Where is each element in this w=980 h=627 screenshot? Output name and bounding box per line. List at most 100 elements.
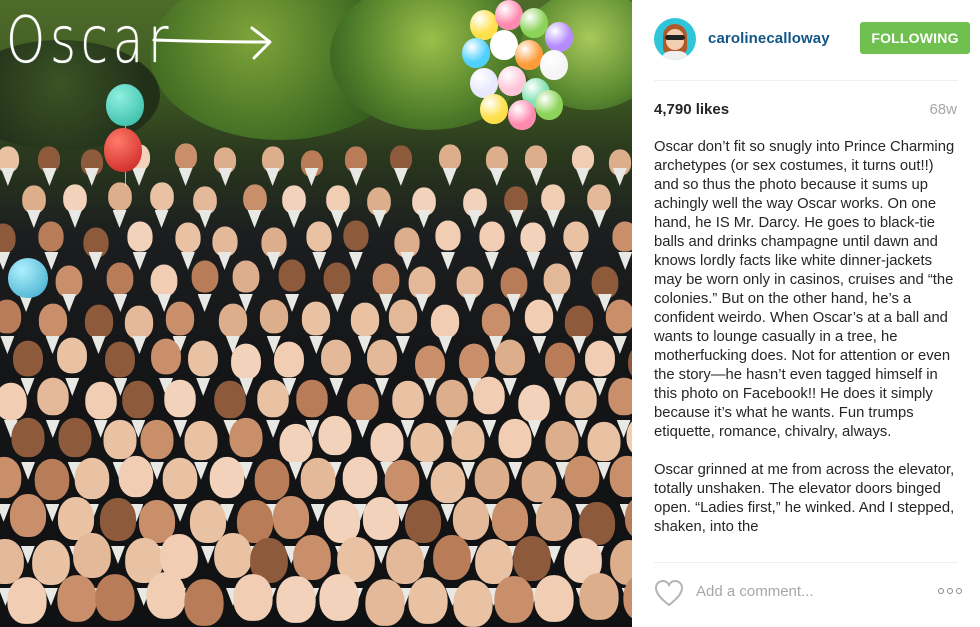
balloon [508,100,536,130]
shirt-collar [575,168,590,187]
guest-face [300,457,336,499]
shirt-collar [132,335,147,354]
guest-face [343,220,369,251]
shirt-collar [173,503,188,522]
shirt-collar [265,168,280,187]
guest-face [318,574,359,622]
shirt-collar [532,335,547,354]
shirt-collar [484,252,499,270]
guest-face [481,303,511,338]
shirt-collar [197,293,212,312]
shirt-collar [569,252,584,270]
arrow-icon [152,26,272,60]
guest-face [479,220,505,252]
shirt-collar [482,419,497,438]
comment-row: Add a comment... [654,577,962,607]
post-photo[interactable]: Oscar [0,0,632,627]
guest-face [350,302,379,337]
guest-face [364,578,405,626]
guest-face [74,457,110,499]
red-balloon [104,128,142,172]
post-age[interactable]: 68w [929,101,957,118]
guest-face [321,339,352,376]
shirt-collar [489,168,504,187]
guest-face [191,260,218,293]
guest-face [165,301,194,336]
shirt-collar [266,252,281,270]
likes-count[interactable]: 4,790 likes [654,101,729,118]
shirt-collar [526,252,541,270]
shirt-collar [0,168,15,187]
shirt-collar [355,419,370,438]
shirt-collar [286,210,301,229]
guest-face [174,142,197,170]
shirt-collar [84,168,99,187]
username-link[interactable]: carolinecalloway [708,30,830,47]
shirt-collar [508,461,523,480]
shirt-collar [442,168,457,187]
shirt-collar [21,461,36,480]
guest-face [0,456,21,499]
teal-balloon [8,258,48,298]
shirt-collar [217,252,232,270]
guest-face [57,337,88,374]
guest-face [438,144,461,171]
shirt-collar [572,335,587,354]
guest-face [563,221,589,252]
guest-face [209,457,245,499]
shirt-collar [509,210,524,229]
guest-face [211,226,238,257]
guest-face [184,420,218,461]
guest-face [122,381,155,419]
guest-face [257,379,289,418]
guest-face [12,340,43,377]
guest-face [433,535,472,581]
guest-face [214,380,247,419]
balloon [462,38,490,68]
guest-face [35,459,70,501]
guest-face [302,301,331,335]
guest-face [513,535,552,581]
heart-icon[interactable] [654,579,684,607]
shirt-collar [440,252,455,270]
guest-face [274,341,305,378]
guest-face [103,419,137,460]
guest-face [296,379,329,418]
shirt-collar [618,252,632,270]
comment-input[interactable]: Add a comment... [696,583,814,600]
guest-face [57,574,97,622]
guest-face [127,221,153,252]
shirt-collar [132,168,147,187]
guest-face [276,576,316,624]
shirt-collar [400,252,415,270]
guest-face [459,344,490,380]
caption-paragraph: Oscar grinned at me from across the elev… [654,462,955,535]
shirt-collar [330,210,345,229]
shirt-collar [612,168,627,187]
following-button[interactable]: FOLLOWING [860,22,970,54]
guest-face [151,338,181,375]
shirt-collar [0,252,11,270]
shirt-collar [348,252,363,270]
guest-face [366,339,397,376]
more-options-icon[interactable] [938,588,962,594]
shirt-collar [304,168,319,187]
shirt-collar [330,293,345,312]
guest-face [175,222,201,253]
guest-face [293,535,332,580]
guest-face [384,459,419,502]
shirt-collar [310,503,325,522]
balloon [490,30,518,60]
guest-face [534,574,575,622]
shirt-collar [91,335,106,354]
guest-face [342,456,377,499]
guest-face [410,423,444,463]
avatar[interactable] [654,18,696,60]
guest-face [435,220,461,251]
guest-face [494,575,534,623]
guest-face [388,300,418,334]
guest-face [545,420,579,460]
guest-face [119,456,154,498]
shirt-collar [218,168,233,187]
guest-face [473,377,506,415]
